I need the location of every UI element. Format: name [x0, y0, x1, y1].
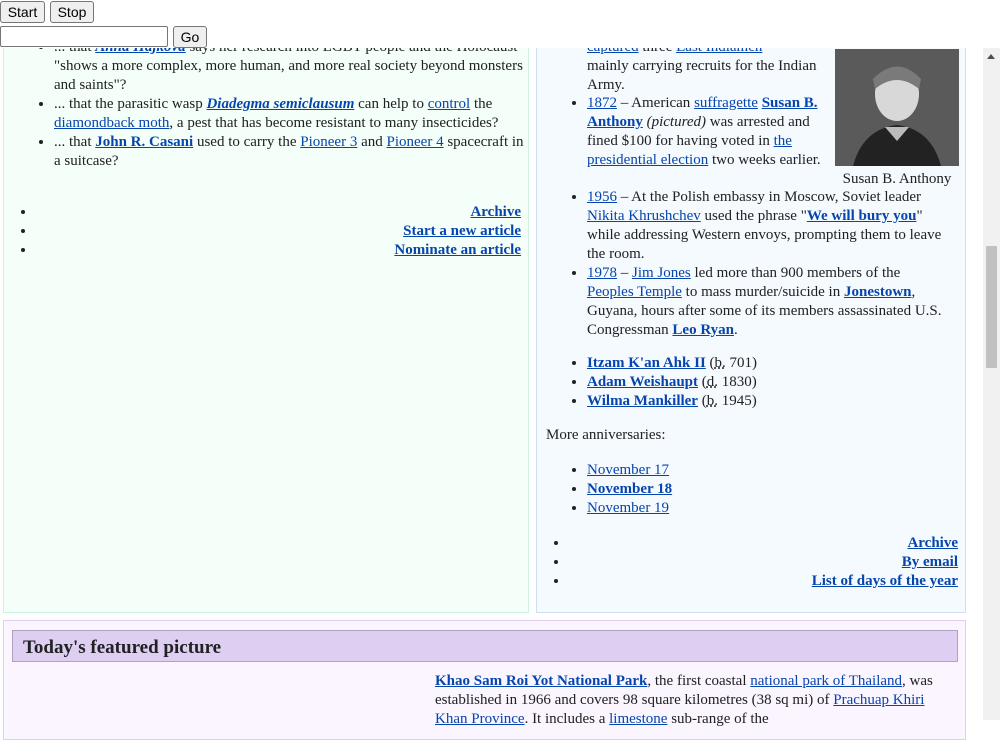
list-item: By email	[569, 553, 958, 572]
featured-picture-text: Khao Sam Roi Yot National Park, the firs…	[435, 673, 933, 727]
otd-year-1872[interactable]: 1872	[587, 95, 617, 111]
fp-link-np[interactable]: national park of Thailand	[750, 673, 902, 689]
list-item: November 18	[587, 480, 672, 499]
more-anniversaries-label: More anniversaries:	[546, 427, 666, 443]
fp-link-limestone[interactable]: limestone	[609, 711, 667, 727]
list-item: ... that John R. Casani used to carry th…	[54, 133, 524, 171]
otd-link-suffragette[interactable]: suffragette	[694, 95, 758, 111]
list-item: November 17	[587, 461, 672, 480]
list-item: 1956 – At the Polish embassy in Moscow, …	[587, 188, 942, 264]
browser-toolbar: Start Stop Go	[0, 0, 983, 48]
otd-link-temple[interactable]: Peoples Temple	[587, 284, 682, 300]
dyk-link-wasp[interactable]: Diadegma semiclausum	[206, 96, 354, 112]
list-item: Adam Weishaupt (d. 1830)	[587, 373, 757, 392]
dyk-link-casani[interactable]: John R. Casani	[95, 134, 193, 150]
dyk-start-article-link[interactable]: Start a new article	[403, 223, 521, 239]
anniversary-days: November 17 November 18 November 19	[587, 461, 672, 518]
featured-picture-heading: Today's featured picture	[12, 630, 958, 662]
scroll-up-arrow-icon[interactable]	[987, 54, 995, 59]
day-link-nov19[interactable]: November 19	[587, 500, 669, 516]
dyk-link-control[interactable]: control	[428, 96, 471, 112]
fp-link-park[interactable]: Khao Sam Roi Yot National Park	[435, 673, 647, 689]
otd-footer-links: Archive By email List of days of the yea…	[569, 534, 958, 591]
go-button[interactable]: Go	[173, 26, 207, 48]
dyk-archive-link[interactable]: Archive	[470, 204, 521, 220]
on-this-day-panel: captured three East Indiamen mainly carr…	[536, 0, 966, 613]
list-item: ... that the parasitic wasp Diadegma sem…	[54, 95, 524, 133]
person-link[interactable]: Wilma Mankiller	[587, 393, 698, 409]
day-link-nov18[interactable]: November 18	[587, 481, 672, 497]
dyk-link-pioneer4[interactable]: Pioneer 4	[387, 134, 444, 150]
start-button[interactable]: Start	[0, 1, 45, 23]
list-item: Start a new article	[36, 222, 521, 241]
otd-email-link[interactable]: By email	[902, 554, 958, 570]
list-item: Nominate an article	[36, 241, 521, 260]
dyk-link-moth[interactable]: diamondback moth	[54, 115, 169, 131]
list-item: November 19	[587, 499, 672, 518]
list-item: Itzam K'an Ahk II (b. 701)	[587, 354, 757, 373]
photo-caption: Susan B. Anthony	[842, 171, 952, 187]
list-item: 1978 – Jim Jones led more than 900 membe…	[587, 264, 942, 340]
otd-events-2: 1956 – At the Polish embassy in Moscow, …	[587, 188, 942, 340]
list-item: Archive	[36, 203, 521, 222]
day-link-nov17[interactable]: November 17	[587, 462, 669, 478]
otd-link-jim-jones[interactable]: Jim Jones	[632, 265, 691, 281]
person-link[interactable]: Itzam K'an Ahk II	[587, 355, 706, 371]
featured-picture-panel: Today's featured picture Khao Sam Roi Yo…	[3, 620, 966, 740]
person-link[interactable]: Adam Weishaupt	[587, 374, 698, 390]
susan-b-anthony-photo[interactable]	[835, 49, 959, 166]
list-item: List of days of the year	[569, 572, 958, 591]
otd-year-1956[interactable]: 1956	[587, 189, 617, 205]
portrait-image	[835, 49, 959, 166]
dyk-list: ... that Anna Hájková says her research …	[4, 38, 524, 171]
otd-link-khrushchev[interactable]: Nikita Khrushchev	[587, 208, 701, 224]
dyk-nominate-link[interactable]: Nominate an article	[394, 242, 521, 258]
did-you-know-panel: ... that Anna Hájková says her research …	[3, 0, 529, 613]
vertical-scrollbar[interactable]	[983, 48, 1000, 720]
dyk-link-pioneer3[interactable]: Pioneer 3	[300, 134, 357, 150]
stop-button[interactable]: Stop	[50, 1, 94, 23]
url-input[interactable]	[0, 26, 168, 47]
otd-year-1978[interactable]: 1978	[587, 265, 617, 281]
dyk-footer-links: Archive Start a new article Nominate an …	[36, 203, 521, 260]
otd-link-bury[interactable]: We will bury you	[807, 208, 917, 224]
otd-archive-link[interactable]: Archive	[907, 535, 958, 551]
list-item: Archive	[569, 534, 958, 553]
list-item: Wilma Mankiller (b. 1945)	[587, 392, 757, 411]
otd-link-leo-ryan[interactable]: Leo Ryan	[672, 322, 734, 338]
scrollbar-thumb[interactable]	[986, 246, 997, 368]
births-deaths-list: Itzam K'an Ahk II (b. 701) Adam Weishaup…	[587, 354, 757, 411]
otd-events: 1872 – American suffragette Susan B. Ant…	[587, 94, 835, 170]
list-item: 1872 – American suffragette Susan B. Ant…	[587, 94, 835, 170]
otd-link-jonestown[interactable]: Jonestown	[844, 284, 912, 300]
otd-days-list-link[interactable]: List of days of the year	[812, 573, 958, 589]
